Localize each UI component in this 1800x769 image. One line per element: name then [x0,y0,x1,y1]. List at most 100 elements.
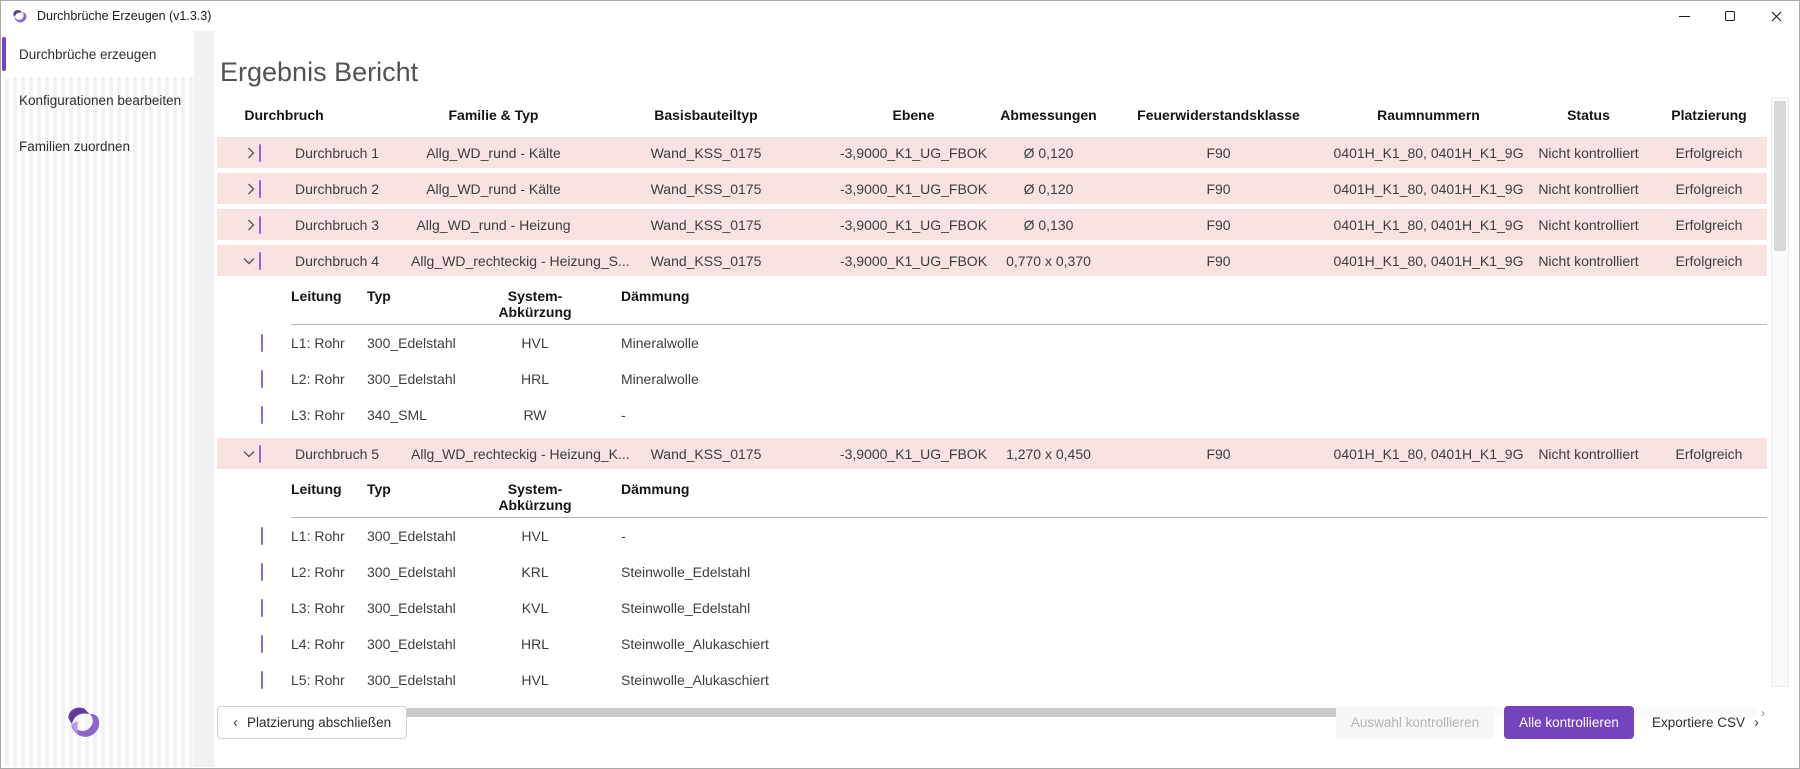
subcell-daemmung: - [595,528,1767,544]
cell-feuerwiderstandsklasse: F90 [1106,253,1331,269]
row-expander[interactable] [217,450,259,458]
subtable-row[interactable]: L4: Rohr 300_Edelstahl HRL Steinwolle_Al… [261,626,1767,662]
row-expander[interactable] [217,147,259,159]
subtable-row[interactable]: L2: Rohr 300_Edelstahl HRL Mineralwolle [261,361,1767,397]
sidebar: Durchbrüche erzeugen Konfigurationen bea… [1,31,194,767]
cell-raumnummern: 0401H_K1_80, 0401H_K1_9G [1331,145,1526,161]
row-checkbox[interactable] [259,180,261,198]
cell-ebene: -3,9000_K1_UG_FBOK [836,181,991,197]
column-header-basisbauteiltyp: Basisbauteiltyp [576,107,836,123]
subtable-header-row: Leitung Typ System-Abkürzung Dämmung [291,481,1767,518]
cell-abmessungen: Ø 0,120 [991,145,1106,161]
subcell-typ: 300_Edelstahl [367,600,475,616]
result-table: Durchbruch Familie & Typ Basisbauteiltyp… [217,97,1767,719]
main-content: Ergebnis Bericht Durchbruch Familie & Ty… [214,31,1798,767]
cell-abmessungen: Ø 0,120 [991,181,1106,197]
close-button[interactable] [1753,1,1799,31]
row-expander[interactable] [217,257,259,265]
cell-familie-typ: Allg_WD_rechteckig - Heizung_S... [411,253,576,269]
cell-durchbruch: Durchbruch 2 [295,181,411,197]
table-row[interactable]: Durchbruch 3 Allg_WD_rund - Heizung Wand… [217,209,1767,240]
subrow-checkbox[interactable] [261,406,263,424]
cell-raumnummern: 0401H_K1_80, 0401H_K1_9G [1331,181,1526,197]
maximize-icon [1725,11,1735,21]
column-header-raumnummern: Raumnummern [1331,107,1526,123]
subcell-leitung: L5: Rohr [291,672,367,688]
row-checkbox[interactable] [259,144,261,162]
subrow-checkbox[interactable] [261,599,263,617]
subcell-system-abkuerzung: HRL [475,371,595,387]
subtable-row[interactable]: L3: Rohr 340_SML RW - [261,397,1767,433]
subcolumn-header-typ: Typ [367,481,475,513]
row-checkbox[interactable] [259,252,261,270]
row-expander[interactable] [217,183,259,195]
column-header-familie-typ: Familie & Typ [411,107,576,123]
export-csv-button[interactable]: Exportiere CSV › [1644,706,1767,739]
subtable-row[interactable]: L3: Rohr 300_Edelstahl KVL Steinwolle_Ed… [261,590,1767,626]
footer-bar: ‹ Platzierung abschließen Auswahl kontro… [217,705,1767,739]
maximize-button[interactable] [1707,1,1753,31]
subcolumn-header-leitung: Leitung [291,481,367,513]
cell-abmessungen: 1,270 x 0,450 [991,446,1106,462]
subcell-typ: 300_Edelstahl [367,564,475,580]
subcell-daemmung: Mineralwolle [595,371,1767,387]
subrow-checkbox[interactable] [261,635,263,653]
subcell-daemmung: Steinwolle_Alukaschiert [595,672,1767,688]
row-checkbox[interactable] [259,216,261,234]
row-checkbox[interactable] [259,445,261,463]
cell-status: Nicht kontrolliert [1526,145,1651,161]
subrow-checkbox[interactable] [261,334,263,352]
subcell-system-abkuerzung: HVL [475,528,595,544]
subcell-leitung: L3: Rohr [291,407,367,423]
cell-abmessungen: Ø 0,130 [991,217,1106,233]
sidebar-item-familien-zuordnen[interactable]: Familien zuordnen [1,123,194,169]
finish-placement-label: Platzierung abschließen [247,715,391,730]
row-expander[interactable] [217,219,259,231]
subrow-checkbox[interactable] [261,671,263,689]
subtable-row[interactable]: L1: Rohr 300_Edelstahl HVL - [261,518,1767,554]
sidebar-item-konfigurationen-bearbeiten[interactable]: Konfigurationen bearbeiten [1,77,194,123]
check-all-button[interactable]: Alle kontrollieren [1504,706,1634,739]
column-header-abmessungen: Abmessungen [991,107,1106,123]
cell-durchbruch: Durchbruch 5 [295,446,411,462]
subtable-row[interactable]: L2: Rohr 300_Edelstahl KRL Steinwolle_Ed… [261,554,1767,590]
cell-status: Nicht kontrolliert [1526,446,1651,462]
table-row[interactable]: Durchbruch 1 Allg_WD_rund - Kälte Wand_K… [217,137,1767,168]
subrow-checkbox[interactable] [261,527,263,545]
page-title: Ergebnis Bericht [220,56,1798,88]
subcell-system-abkuerzung: KVL [475,600,595,616]
cell-basisbauteiltyp: Wand_KSS_0175 [576,181,836,197]
app-logo-icon [11,8,28,25]
finish-placement-button[interactable]: ‹ Platzierung abschließen [217,706,407,739]
subcell-system-abkuerzung: KRL [475,564,595,580]
chevron-right-icon [247,219,255,231]
subrow-checkbox[interactable] [261,370,263,388]
cell-platzierung: Erfolgreich [1651,446,1767,462]
cell-ebene: -3,9000_K1_UG_FBOK [836,145,991,161]
chevron-right-icon [247,147,255,159]
vertical-scroll-thumb[interactable] [1774,101,1786,251]
cell-platzierung: Erfolgreich [1651,181,1767,197]
table-row[interactable]: Durchbruch 5 Allg_WD_rechteckig - Heizun… [217,438,1767,469]
table-row[interactable]: Durchbruch 2 Allg_WD_rund - Kälte Wand_K… [217,173,1767,204]
subcell-leitung: L2: Rohr [291,564,367,580]
subrow-checkbox[interactable] [261,563,263,581]
check-selection-button[interactable]: Auswahl kontrollieren [1336,706,1494,739]
cell-feuerwiderstandsklasse: F90 [1106,145,1331,161]
column-header-durchbruch: Durchbruch [217,107,411,123]
app-window: Durchbrüche Erzeugen (v1.3.3) Durchbrüch… [0,0,1800,769]
subtable-row[interactable]: L1: Rohr 300_Edelstahl HVL Mineralwolle [261,325,1767,361]
subcolumn-header-system-abkuerzung: System-Abkürzung [475,481,595,513]
minimize-button[interactable] [1661,1,1707,31]
cell-raumnummern: 0401H_K1_80, 0401H_K1_9G [1331,446,1526,462]
sidebar-item-durchbrueche-erzeugen[interactable]: Durchbrüche erzeugen [1,31,194,77]
subcell-daemmung: - [595,407,1767,423]
cell-ebene: -3,9000_K1_UG_FBOK [836,253,991,269]
subcell-system-abkuerzung: HRL [475,636,595,652]
cell-status: Nicht kontrolliert [1526,253,1651,269]
cell-raumnummern: 0401H_K1_80, 0401H_K1_9G [1331,253,1526,269]
vertical-scrollbar[interactable] [1771,97,1789,687]
table-row[interactable]: Durchbruch 4 Allg_WD_rechteckig - Heizun… [217,245,1767,276]
subtable-row[interactable]: L5: Rohr 300_Edelstahl HVL Steinwolle_Al… [261,662,1767,698]
subcell-leitung: L4: Rohr [291,636,367,652]
